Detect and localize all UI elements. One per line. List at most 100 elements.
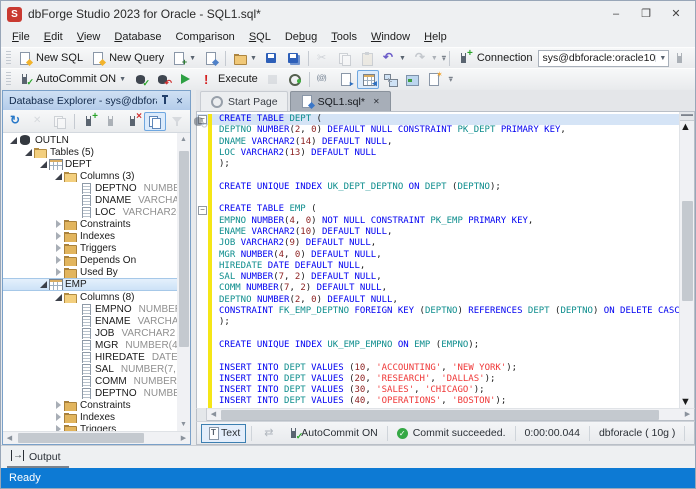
tab-sql1-sql[interactable]: SQL1.sql*✕ <box>290 91 391 111</box>
menu-sql[interactable]: SQL <box>242 29 278 45</box>
scroll-thumb[interactable] <box>179 151 189 347</box>
connect-button[interactable] <box>669 49 691 68</box>
rollback-button[interactable] <box>152 70 174 89</box>
collapsed-arrow-icon[interactable] <box>54 220 63 229</box>
explorer-close-icon[interactable]: ✕ <box>172 94 187 108</box>
tree-item-triggers[interactable]: Triggers <box>3 423 177 431</box>
chevron-down-icon[interactable]: ▼ <box>655 55 666 62</box>
tree-item-used-by[interactable]: Used By <box>3 266 177 278</box>
expanded-arrow-icon[interactable] <box>39 280 48 289</box>
filter-button[interactable] <box>166 112 188 131</box>
text-view-button[interactable]: Text <box>201 424 246 443</box>
collapsed-arrow-icon[interactable] <box>54 401 63 410</box>
copy-button[interactable] <box>334 49 356 68</box>
toolbar-grip[interactable] <box>6 72 11 87</box>
stop-execution-button[interactable] <box>262 70 284 89</box>
tab-close-icon[interactable]: ✕ <box>372 97 381 106</box>
scroll-left-icon[interactable]: ◀ <box>207 408 220 421</box>
maximize-button[interactable]: ❐ <box>631 4 661 24</box>
new-connection-button[interactable] <box>453 49 475 68</box>
tree-item-depends-on[interactable]: Depends On <box>3 254 177 266</box>
duplicate-object-button[interactable] <box>49 112 71 131</box>
scroll-thumb[interactable] <box>682 201 693 301</box>
menu-database[interactable]: Database <box>107 29 168 45</box>
tree-item-job[interactable]: JOBVARCHAR2 <box>3 327 177 339</box>
editor-vertical-scrollbar[interactable]: ▬▬ ▲ ▼ <box>679 112 694 408</box>
tree-item-tables-5[interactable]: Tables (5) <box>3 146 177 158</box>
new-connection-document-button[interactable] <box>200 49 222 68</box>
connection-select[interactable]: sys@dbforacle:oracle10▼ <box>538 50 670 67</box>
tree-item-constraints[interactable]: Constraints <box>3 399 177 411</box>
editor-horizontal-scrollbar[interactable]: ◀ ▶ <box>196 408 695 421</box>
collapsed-arrow-icon[interactable] <box>54 232 63 241</box>
explorer-horizontal-scrollbar[interactable]: ◀ ▶ <box>3 431 190 444</box>
collapsed-arrow-icon[interactable] <box>54 268 63 277</box>
menu-file[interactable]: File <box>5 29 37 45</box>
tree-item-dept[interactable]: DEPT <box>3 158 177 170</box>
expanded-arrow-icon[interactable] <box>39 160 48 169</box>
data-compare-button[interactable] <box>257 424 283 443</box>
toolbar-grip[interactable] <box>6 51 11 66</box>
menu-debug[interactable]: Debug <box>278 29 324 45</box>
scroll-right-icon[interactable]: ▶ <box>177 432 190 445</box>
execute-button[interactable]: Execute <box>196 70 262 89</box>
collapsed-arrow-icon[interactable] <box>54 256 63 265</box>
chevron-down-icon[interactable]: ▼ <box>399 55 406 62</box>
tree-item-ename[interactable]: ENAMEVARCHAR2 <box>3 315 177 327</box>
chevron-down-icon[interactable]: ▼ <box>119 76 126 83</box>
expanded-arrow-icon[interactable] <box>54 172 63 181</box>
pin-icon[interactable] <box>157 94 172 108</box>
explorer-vertical-scrollbar[interactable]: ▲ ▼ <box>177 133 190 431</box>
collapsed-arrow-icon[interactable] <box>54 425 63 432</box>
tree-item-columns-8[interactable]: Columns (8) <box>3 291 177 303</box>
tree-item-sal[interactable]: SALNUMBER(7, <box>3 363 177 375</box>
expanded-arrow-icon[interactable] <box>9 136 18 145</box>
undo-button[interactable]: ▼ <box>378 49 410 68</box>
close-button[interactable]: ✕ <box>661 4 691 24</box>
expanded-arrow-icon[interactable] <box>24 148 33 157</box>
refresh-object-button[interactable] <box>188 112 210 131</box>
export-data-button[interactable] <box>335 70 357 89</box>
tab-output[interactable]: Output <box>7 448 69 468</box>
commit-button[interactable] <box>130 70 152 89</box>
menu-view[interactable]: View <box>70 29 108 45</box>
menu-comparison[interactable]: Comparison <box>168 29 241 45</box>
menu-help[interactable]: Help <box>417 29 454 45</box>
chevron-down-icon[interactable]: ▼ <box>250 55 257 62</box>
paste-button[interactable] <box>356 49 378 68</box>
new-query-button[interactable]: New Query <box>87 49 168 68</box>
new-connection-button[interactable] <box>78 112 100 131</box>
new-document-button[interactable]: ▼ <box>168 49 200 68</box>
toolbar-overflow-4[interactable] <box>445 71 457 88</box>
refresh-button[interactable] <box>5 112 27 131</box>
save-all-button[interactable] <box>283 49 305 68</box>
tree-item-deptno[interactable]: DEPTNONUMBER(2, 0 <box>3 182 177 194</box>
minimize-button[interactable]: – <box>601 4 631 24</box>
query-builder-button[interactable] <box>379 70 401 89</box>
show-system-objects-button[interactable] <box>144 112 166 131</box>
chevron-down-icon[interactable]: ▼ <box>189 55 196 62</box>
menu-edit[interactable]: Edit <box>37 29 70 45</box>
tree-item-hiredate[interactable]: HIREDATEDATE <box>3 351 177 363</box>
tab-start-page[interactable]: Start Page <box>200 91 288 111</box>
open-file-button[interactable]: ▼ <box>229 49 261 68</box>
tree-item-constraints[interactable]: Constraints <box>3 218 177 230</box>
disconnect-button[interactable] <box>691 49 696 68</box>
split-editor-handle[interactable] <box>197 408 207 421</box>
query-history-button[interactable] <box>284 70 306 89</box>
disconnect-button[interactable] <box>122 112 144 131</box>
scroll-thumb[interactable] <box>18 433 144 443</box>
tree-item-dname[interactable]: DNAMEVARCHAR2(1 <box>3 194 177 206</box>
tree-item-comm[interactable]: COMMNUMBER(7, <box>3 375 177 387</box>
cut-button[interactable] <box>312 49 334 68</box>
scroll-down-icon[interactable]: ▼ <box>680 396 695 408</box>
collapsed-arrow-icon[interactable] <box>54 244 63 253</box>
tree-item-outln[interactable]: OUTLN <box>3 134 177 146</box>
menu-tools[interactable]: Tools <box>324 29 364 45</box>
connect-button[interactable] <box>100 112 122 131</box>
fold-collapse-icon[interactable]: − <box>197 204 208 215</box>
delete-button[interactable] <box>27 112 49 131</box>
redo-button[interactable]: ▼ <box>410 49 442 68</box>
scroll-thumb[interactable] <box>221 410 659 420</box>
tree-item-columns-3[interactable]: Columns (3) <box>3 170 177 182</box>
